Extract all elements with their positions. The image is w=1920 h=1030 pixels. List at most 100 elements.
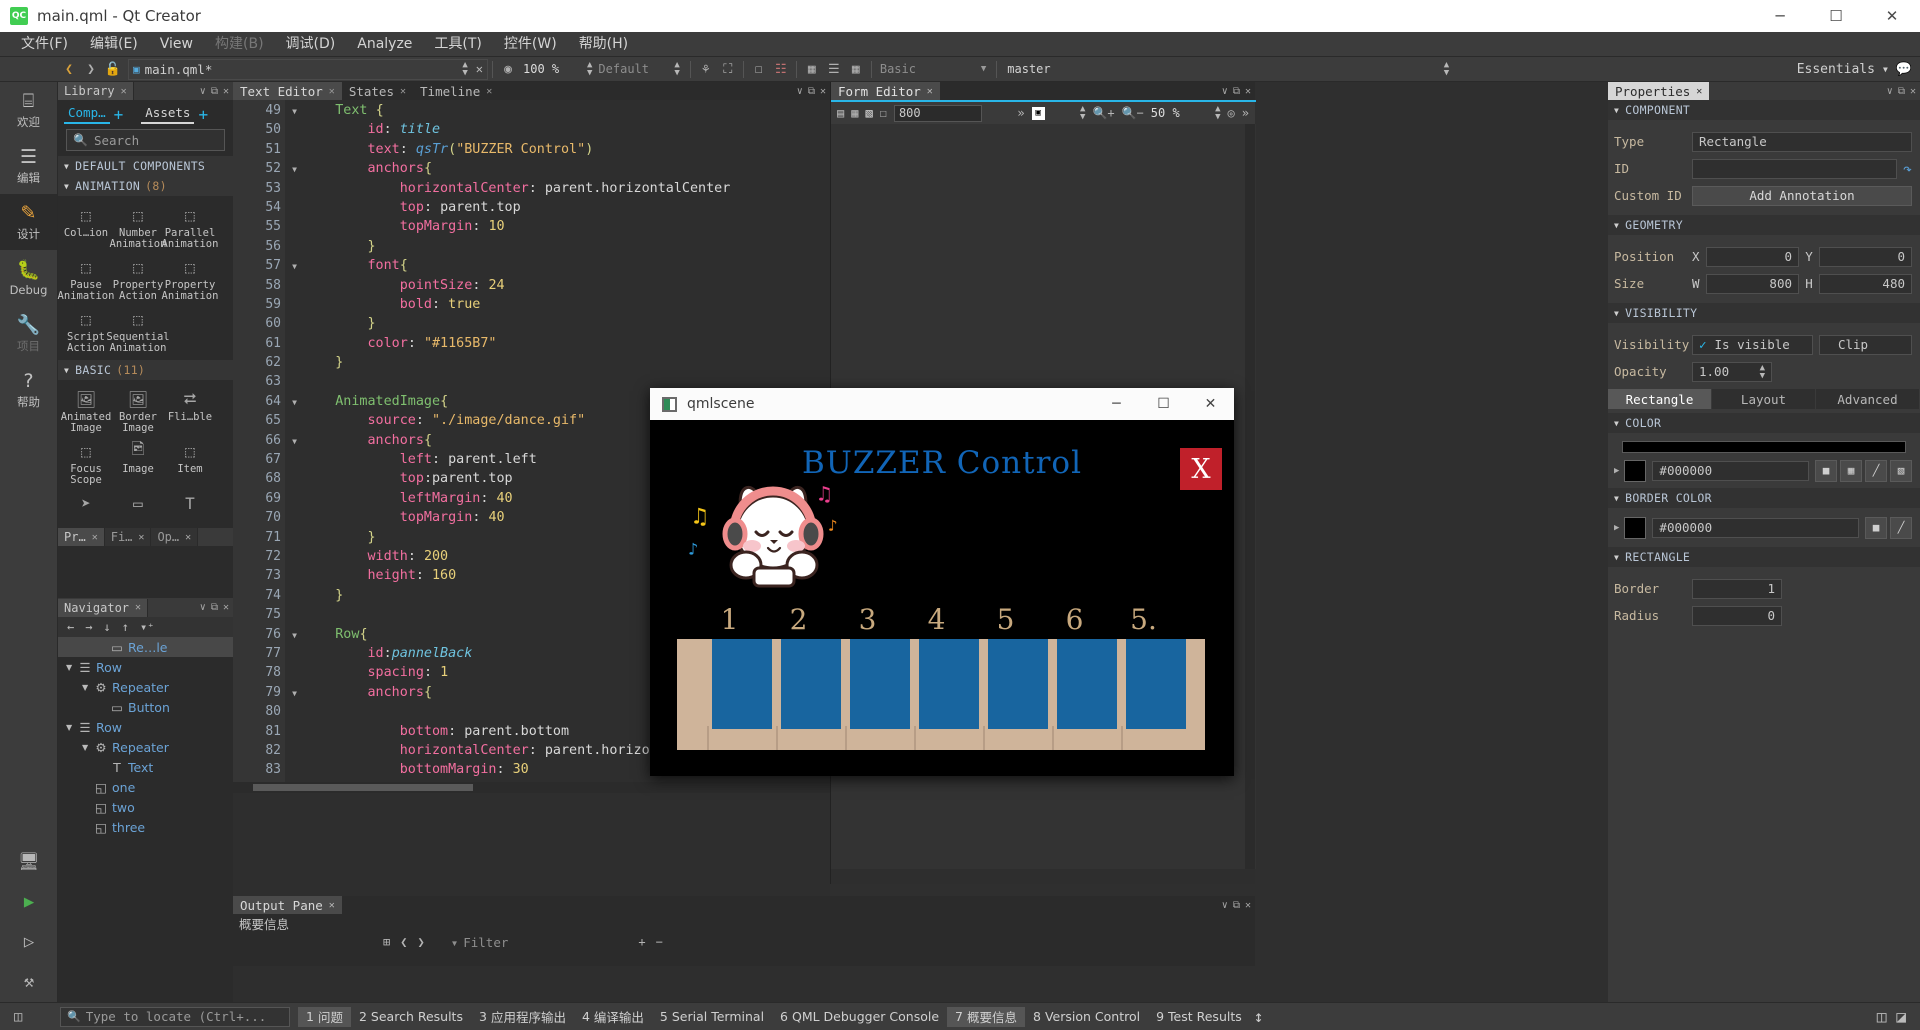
form-editor-vertical-scrollbar[interactable]: [1245, 124, 1255, 869]
next-icon[interactable]: ❯: [417, 935, 424, 949]
status-pane-5[interactable]: 5 Serial Terminal: [652, 1007, 772, 1027]
close-file-icon[interactable]: ✕: [476, 62, 483, 76]
editor-tab-close-icon[interactable]: ✕: [400, 86, 406, 97]
keypad-key-2[interactable]: [781, 639, 841, 729]
x-badge[interactable]: X: [1180, 448, 1222, 490]
tab-assets[interactable]: Assets: [141, 103, 195, 124]
library-tab-close-icon[interactable]: ✕: [121, 86, 127, 97]
border-value-field[interactable]: 1: [1692, 578, 1782, 599]
color-gradient-bar[interactable]: [1622, 441, 1906, 453]
library-item[interactable]: ⬚ Script Action: [60, 306, 112, 354]
editor-tab-timeline[interactable]: Timeline ✕: [413, 82, 500, 100]
border-solid-color-icon[interactable]: ■: [1865, 516, 1887, 539]
editor-dock-close-icon[interactable]: ✕: [820, 86, 826, 97]
status-pane-8[interactable]: 8 Version Control: [1025, 1007, 1148, 1027]
border-color-expander-icon[interactable]: ▶: [1614, 523, 1619, 533]
navigator-item-three[interactable]: ◱ three: [58, 817, 233, 837]
opacity-field[interactable]: 1.00 ▲ ▼: [1692, 361, 1772, 382]
plus-icon[interactable]: +: [110, 105, 128, 124]
menu-4[interactable]: 调试(D): [275, 32, 347, 57]
output-zoom-in-button[interactable]: +: [638, 935, 645, 949]
speech-bubble-icon[interactable]: 💬: [1896, 62, 1912, 77]
library-item[interactable]: ⬚ Focus Scope: [60, 438, 112, 486]
library-item[interactable]: ⬚ Pause Animation: [58, 254, 115, 302]
keypad-key-6[interactable]: [1057, 639, 1117, 729]
tree-expander[interactable]: ▼: [82, 743, 94, 752]
output-pane-tab[interactable]: Output Pane ✕: [233, 896, 342, 914]
zoom-target-icon[interactable]: ◉: [497, 58, 519, 80]
linear-gradient-icon[interactable]: ╱: [1865, 459, 1887, 482]
maximize-button[interactable]: ☐: [1808, 0, 1864, 32]
border-none-icon[interactable]: ╱: [1890, 516, 1912, 539]
section-rectangle-header[interactable]: ▼ RECTANGLE: [1608, 547, 1920, 567]
editor-tab-text-editor[interactable]: Text Editor ✕: [233, 82, 342, 100]
properties-subtab-layout[interactable]: Layout: [1712, 389, 1816, 409]
none-icon[interactable]: ▧: [1890, 459, 1912, 482]
library-section-default-components[interactable]: ▼ DEFAULT COMPONENTS: [58, 156, 233, 176]
navigator-tab[interactable]: Navigator ✕: [58, 598, 149, 617]
form-editor-close-icon[interactable]: ✕: [1245, 86, 1251, 97]
id-value-field[interactable]: [1692, 158, 1897, 179]
navigator-dock-collapse-icon[interactable]: ∨: [200, 602, 206, 613]
tab-components[interactable]: Comp…: [64, 103, 110, 124]
menu-7[interactable]: 控件(W): [493, 32, 568, 57]
library-item[interactable]: ⬚ Property Action: [112, 254, 164, 302]
menu-8[interactable]: 帮助(H): [568, 32, 639, 57]
keypad-key-4[interactable]: [919, 639, 979, 729]
menu-2[interactable]: View: [149, 32, 204, 57]
library-item[interactable]: ➤: [60, 490, 112, 516]
type-value-field[interactable]: Rectangle: [1692, 131, 1912, 152]
opacity-stepper[interactable]: ▲ ▼: [1760, 363, 1765, 380]
color-expander-icon[interactable]: ▶: [1614, 466, 1619, 476]
mid-dock-tab-close-icon[interactable]: ✕: [185, 532, 191, 543]
library-dock-collapse-icon[interactable]: ∨: [200, 86, 206, 97]
library-item[interactable]: ⬚ Sequential Animation: [106, 306, 169, 354]
mode-欢迎[interactable]: ⌸ 欢迎: [0, 82, 57, 138]
branch-combo[interactable]: master: [1001, 62, 1096, 76]
plus-icon-2[interactable]: +: [194, 105, 212, 124]
library-item[interactable]: T: [164, 490, 216, 516]
output-zoom-out-button[interactable]: −: [656, 935, 663, 949]
editor-horizontal-scrollbar[interactable]: [233, 782, 830, 793]
form-editor-collapse-icon[interactable]: ∨: [1222, 86, 1228, 97]
library-item[interactable]: ▭: [112, 490, 164, 516]
snapping-icon[interactable]: ☷: [770, 58, 792, 80]
mid-dock-tab-2[interactable]: Op… ✕: [151, 528, 199, 546]
gradient-icon[interactable]: ▦: [1840, 459, 1862, 482]
library-item[interactable]: 🖼 Animated Image: [60, 386, 112, 434]
qmlscene-content[interactable]: BUZZER Control X ♫ ♫ ♪ ♪ 1 2 3 4 5 6 5.: [650, 420, 1234, 776]
navigator-tab-close-icon[interactable]: ✕: [135, 602, 141, 613]
output-pane-float-icon[interactable]: ⧉: [1233, 900, 1240, 911]
solid-color-icon[interactable]: ■: [1815, 459, 1837, 482]
mid-dock-tab-close-icon[interactable]: ✕: [138, 532, 144, 543]
menu-1[interactable]: 编辑(E): [79, 32, 149, 57]
build-hammer-icon[interactable]: ⚒: [0, 962, 58, 1002]
reset-icon[interactable]: ↷: [1903, 160, 1912, 178]
qmlscene-maximize-button[interactable]: ☐: [1140, 388, 1187, 420]
anchor-icon[interactable]: ⚘: [695, 58, 717, 80]
status-pane-9[interactable]: 9 Test Results: [1148, 1007, 1250, 1027]
zoom-reset-icon[interactable]: ◎: [1228, 106, 1235, 120]
prev-icon[interactable]: ❮: [400, 935, 407, 949]
position-x-field[interactable]: 0: [1706, 246, 1799, 267]
output-filter-icon[interactable]: ▾: [451, 935, 459, 950]
radius-value-field[interactable]: 0: [1692, 605, 1782, 626]
close-button[interactable]: ✕: [1864, 0, 1920, 32]
qmlscene-minimize-button[interactable]: ─: [1093, 388, 1140, 420]
clip-checkbox[interactable]: Clip: [1818, 334, 1912, 355]
library-dock-float-icon[interactable]: ⧉: [211, 86, 218, 97]
zoom-in-icon[interactable]: 🔍+: [1092, 106, 1114, 120]
rows-icon[interactable]: ☰: [823, 58, 845, 80]
status-pane-1[interactable]: 1 问题: [298, 1006, 351, 1027]
expand-icon[interactable]: ⊞: [383, 935, 390, 949]
form-editor-tab[interactable]: Form Editor ✕: [831, 82, 940, 100]
forward-icon[interactable]: ❯: [80, 58, 102, 80]
output-pane-more-arrow[interactable]: ↕: [1254, 1007, 1264, 1026]
properties-subtab-advanced[interactable]: Advanced: [1816, 389, 1920, 409]
color-swatch[interactable]: [1624, 459, 1647, 482]
library-item[interactable]: 🖻 Image: [112, 438, 164, 486]
background-stepper[interactable]: ▲ ▼: [1080, 105, 1085, 122]
color-hex-field[interactable]: #000000: [1652, 460, 1809, 481]
output-pane-collapse-icon[interactable]: ∨: [1222, 900, 1228, 911]
file-dropdown-arrow[interactable]: ▲ ▼: [462, 61, 467, 78]
